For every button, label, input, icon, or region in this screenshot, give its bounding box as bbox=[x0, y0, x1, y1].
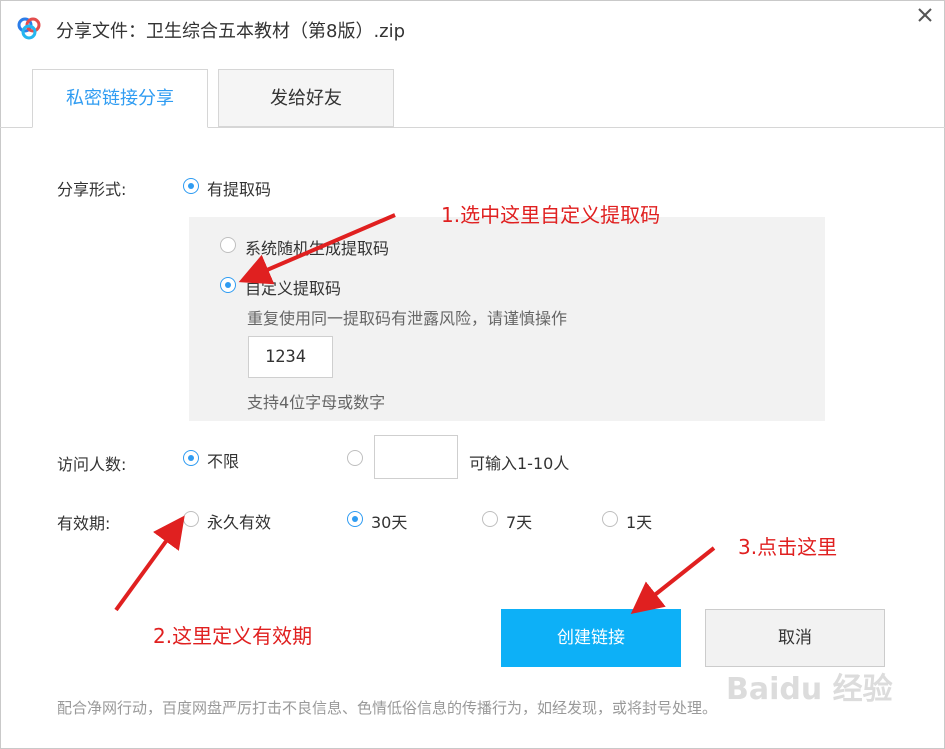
visitors-count-hint: 可输入1-10人 bbox=[469, 454, 570, 473]
validity-1d-label: 1天 bbox=[626, 513, 653, 532]
baidu-netdisk-logo-icon bbox=[17, 17, 41, 40]
visitors-label: 访问人数: bbox=[57, 455, 127, 474]
with-code-radio[interactable] bbox=[183, 178, 199, 194]
custom-code-radio[interactable] bbox=[220, 277, 236, 293]
annotation-step3: 3.点击这里 bbox=[738, 535, 838, 559]
code-reuse-warning: 重复使用同一提取码有泄露风险，请谨慎操作 bbox=[247, 309, 568, 328]
tab-private-link-share[interactable]: 私密链接分享 bbox=[32, 69, 208, 128]
random-code-radio[interactable] bbox=[220, 237, 236, 253]
annotation-step1: 1.选中这里自定义提取码 bbox=[441, 203, 661, 227]
validity-permanent-label: 永久有效 bbox=[207, 513, 272, 532]
validity-label: 有效期: bbox=[57, 514, 111, 533]
custom-code-input[interactable] bbox=[248, 336, 333, 378]
validity-7d-label: 7天 bbox=[506, 513, 533, 532]
close-icon[interactable] bbox=[914, 4, 936, 26]
share-form-label: 分享形式: bbox=[57, 180, 127, 199]
visitors-unlimited-radio[interactable] bbox=[183, 450, 199, 466]
create-link-button[interactable]: 创建链接 bbox=[501, 609, 681, 667]
validity-1d-radio[interactable] bbox=[602, 511, 618, 527]
validity-30d-label: 30天 bbox=[371, 513, 408, 532]
visitors-custom-radio[interactable] bbox=[347, 450, 363, 466]
code-format-hint: 支持4位字母或数字 bbox=[247, 393, 386, 412]
with-code-label: 有提取码 bbox=[207, 180, 272, 199]
baidu-jingyan-watermark: Baidu 经验 bbox=[726, 672, 893, 707]
random-code-label: 系统随机生成提取码 bbox=[245, 239, 390, 258]
custom-code-label: 自定义提取码 bbox=[245, 279, 342, 298]
window-title: 分享文件：卫生综合五本教材（第8版）.zip bbox=[56, 21, 406, 42]
cancel-button[interactable]: 取消 bbox=[705, 609, 885, 667]
visitors-count-input[interactable] bbox=[374, 435, 458, 479]
validity-permanent-radio[interactable] bbox=[183, 511, 199, 527]
tab-send-to-friends[interactable]: 发给好友 bbox=[218, 69, 394, 127]
annotation-step2: 2.这里定义有效期 bbox=[153, 624, 313, 648]
visitors-unlimited-label: 不限 bbox=[207, 452, 240, 471]
validity-7d-radio[interactable] bbox=[482, 511, 498, 527]
footer-notice: 配合净网行动，百度网盘严厉打击不良信息、色情低俗信息的传播行为，如经发现，或将封… bbox=[57, 699, 718, 717]
validity-30d-radio[interactable] bbox=[347, 511, 363, 527]
